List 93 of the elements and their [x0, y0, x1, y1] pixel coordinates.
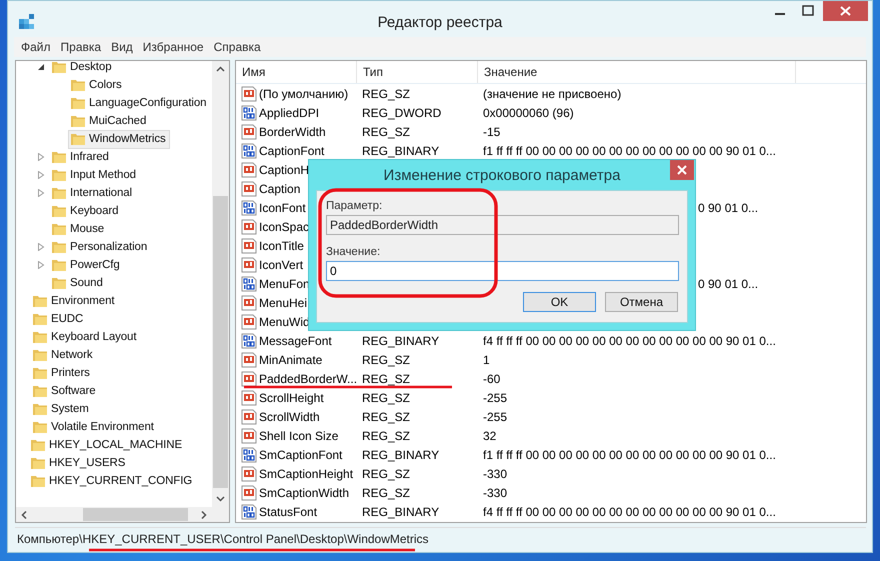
tree-item[interactable]: HKEY_USERS: [28, 454, 130, 472]
value-name[interactable]: AppliedDPI: [259, 106, 320, 120]
tree-item[interactable]: LanguageConfiguration: [68, 94, 210, 112]
value-name[interactable]: (По умолчанию): [259, 86, 348, 100]
value-name[interactable]: SmCaptionFont: [259, 448, 342, 462]
tree-item[interactable]: PowerCfg: [49, 256, 124, 274]
tree-item[interactable]: EUDC: [30, 310, 88, 328]
value-name[interactable]: MessageFont: [259, 334, 332, 348]
field-label: Значение:: [326, 246, 380, 260]
table-cell: REG_SZ: [362, 86, 410, 100]
value-name[interactable]: IconTitle: [259, 238, 304, 252]
table-cell: 0 90 01 0...: [698, 276, 758, 290]
table-cell: -330: [483, 486, 508, 500]
column-header[interactable]: Значение: [478, 61, 796, 83]
tree-item[interactable]: WindowMetrics: [68, 130, 170, 148]
tree-item[interactable]: Input Method: [49, 166, 140, 184]
value-name[interactable]: CaptionH: [259, 162, 310, 176]
tree-item[interactable]: Desktop: [49, 61, 116, 76]
value-name[interactable]: IconVert: [259, 258, 304, 272]
dialog-button[interactable]: OK: [523, 292, 596, 312]
value-name[interactable]: ScrollWidth: [259, 410, 320, 424]
column-header[interactable]: Тип: [357, 61, 478, 83]
parameter-field[interactable]: PaddedBorderWidth: [326, 215, 679, 235]
table-cell: REG_SZ: [362, 428, 410, 442]
dialog-title: Изменение строкового параметра: [384, 166, 620, 184]
table-cell: -15: [483, 124, 500, 138]
tree-item[interactable]: Mouse: [49, 220, 108, 238]
tree-item[interactable]: System: [30, 400, 93, 418]
value-name[interactable]: MenuFon: [259, 276, 310, 290]
tree-item[interactable]: Sound: [49, 274, 107, 292]
value-name[interactable]: PaddedBorderW...: [259, 372, 358, 386]
value-name[interactable]: Caption: [259, 182, 300, 196]
tree-item[interactable]: MuiCached: [68, 112, 150, 130]
status-path: Компьютер\HKEY_CURRENT_USER\Control Panel\Desktop\WindowMetrics: [17, 532, 429, 546]
tree-item[interactable]: Keyboard Layout: [30, 328, 140, 346]
table-cell: REG_BINARY: [362, 448, 440, 462]
table-cell: -330: [483, 466, 508, 480]
table-cell: 0 90 01 0...: [698, 200, 758, 214]
table-cell: -60: [483, 372, 500, 386]
value-name[interactable]: IconFont: [259, 200, 306, 214]
tree-item[interactable]: HKEY_LOCAL_MACHINE: [28, 436, 186, 454]
tree-item[interactable]: Environment: [30, 292, 118, 310]
menu-item[interactable]: Справка: [210, 40, 268, 54]
menu-item[interactable]: Избранное: [140, 40, 211, 54]
tree-item[interactable]: Software: [30, 382, 100, 400]
table-cell: REG_SZ: [362, 410, 410, 424]
table-cell: REG_SZ: [362, 124, 410, 138]
field-label: Параметр:: [326, 200, 382, 214]
value-name[interactable]: ScrollHeight: [259, 390, 324, 404]
column-header[interactable]: Имя: [236, 61, 357, 83]
table-cell: REG_SZ: [362, 466, 410, 480]
table-cell: f4 ff ff ff 00 00 00 00 00 00 00 00 00 00 00 00 90 01 0...: [483, 504, 776, 518]
table-cell: -255: [483, 410, 508, 424]
tree-item[interactable]: International: [49, 184, 136, 202]
table-cell: 1: [483, 352, 490, 366]
table-cell: REG_SZ: [362, 352, 410, 366]
value-name[interactable]: BorderWidth: [259, 124, 326, 138]
value-name[interactable]: SmCaptionHeight: [259, 466, 354, 480]
menu-item[interactable]: Вид: [108, 40, 140, 54]
tree-item[interactable]: Volatile Environment: [30, 418, 158, 436]
menu-item[interactable]: Файл: [18, 40, 58, 54]
table-cell: 0x00000060 (96): [483, 106, 574, 120]
value-name[interactable]: SmCaptionWidth: [259, 486, 350, 500]
value-name[interactable]: StatusFont: [259, 504, 318, 518]
table-cell: -255: [483, 390, 508, 404]
menu-item[interactable]: Правка: [58, 40, 108, 54]
value-name[interactable]: Shell Icon Size: [259, 428, 338, 442]
tree-item[interactable]: Network: [30, 346, 96, 364]
value-name[interactable]: IconSpac: [259, 220, 310, 234]
table-cell: f1 ff ff ff 00 00 00 00 00 00 00 00 00 00 00 00 90 01 0...: [483, 448, 776, 462]
tree-item[interactable]: Printers: [30, 364, 94, 382]
value-name[interactable]: MinAnimate: [259, 352, 322, 366]
value-name[interactable]: MenuHei: [259, 296, 308, 310]
table-cell: 32: [483, 428, 496, 442]
table-cell: f1 ff ff ff 00 00 00 00 00 00 00 00 00 00 00 00 90 01 0...: [483, 144, 776, 158]
value-field[interactable]: 0: [326, 261, 679, 281]
window-title: Редактор реестра: [378, 14, 502, 31]
table-cell: REG_DWORD: [362, 106, 442, 120]
tree-item[interactable]: HKEY_CURRENT_CONFIG: [28, 472, 196, 490]
tree-item[interactable]: Personalization: [49, 238, 152, 256]
table-cell: REG_BINARY: [362, 334, 440, 348]
table-cell: REG_SZ: [362, 486, 410, 500]
table-cell: REG_BINARY: [362, 504, 440, 518]
table-cell: REG_SZ: [362, 372, 410, 386]
table-cell: REG_BINARY: [362, 144, 440, 158]
value-name[interactable]: CaptionFont: [259, 144, 324, 158]
table-cell: REG_SZ: [362, 390, 410, 404]
table-cell: f4 ff ff ff 00 00 00 00 00 00 00 00 00 00 00 00 90 01 0...: [483, 334, 776, 348]
dialog-button[interactable]: Отмена: [605, 292, 678, 312]
tree-item[interactable]: Infrared: [49, 148, 113, 166]
tree-item[interactable]: Keyboard: [49, 202, 122, 220]
table-cell: (значение не присвоено): [483, 86, 622, 100]
tree-item[interactable]: Colors: [68, 76, 126, 94]
